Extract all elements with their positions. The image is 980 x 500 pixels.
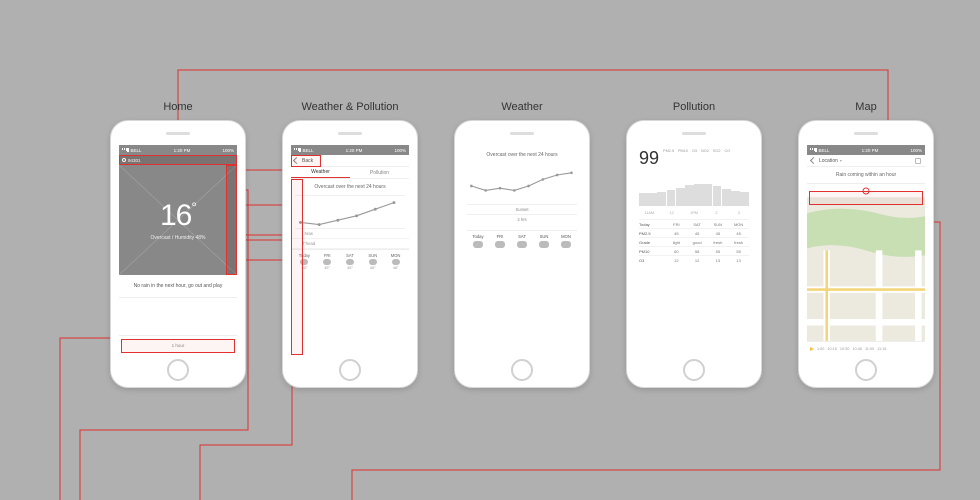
cloud-icon xyxy=(539,241,549,248)
phone-home: Home BELL 1:20 PM 100% 94301 16° Overcas… xyxy=(110,120,246,388)
layers-icon[interactable] xyxy=(915,158,921,164)
temperature-subline: Overcast / Humidity 48% xyxy=(150,235,205,241)
status-bar: BELL 1:20 PM 100% xyxy=(119,145,237,155)
hourly-chart[interactable] xyxy=(295,195,405,229)
phone-weather: Weather Overcast over the next 24 hours … xyxy=(454,120,590,388)
screen-label: Pollution xyxy=(627,101,761,113)
slider-knob[interactable] xyxy=(863,187,870,194)
forecast-banner: Overcast over the next 24 hours xyxy=(467,149,577,164)
day-forecast-bar[interactable]: Today45° FRI45° SAT45° SUN46° MON46° xyxy=(291,249,409,273)
tab-weather[interactable]: Weather xyxy=(291,167,350,178)
screen: 99 PM2.5PM10O3 NO2SO2CO 11AM121PM23 Toda… xyxy=(635,145,753,355)
cloud-icon xyxy=(369,259,377,265)
day-col: SAT45° xyxy=(339,253,362,270)
day-col: MON46° xyxy=(384,253,407,270)
clock: 1:20 PM xyxy=(174,148,191,153)
timeline-bar[interactable]: 1:00 10:15 10:30 10:45 11:00 11:15 xyxy=(807,341,925,355)
screen: Overcast over the next 24 hours Sunset 2… xyxy=(463,145,581,355)
phone-home-button[interactable] xyxy=(167,359,189,381)
tabs: Weather Pollution xyxy=(291,167,409,179)
table-row: PM2.545454545 xyxy=(639,228,749,237)
placeholder-x-icon xyxy=(119,165,237,275)
day-col: SUN xyxy=(533,231,555,253)
time-slider[interactable] xyxy=(807,184,925,198)
phone-speaker xyxy=(510,132,534,135)
cloud-icon xyxy=(561,241,571,248)
screen: BELL 1:20 PM 100% 94301 16° Overcast / H… xyxy=(119,145,237,355)
cloud-icon xyxy=(392,259,400,265)
phone-map: Map BELL 1:20 PM 100% Location ▾ Rain co… xyxy=(798,120,934,388)
phone-speaker xyxy=(338,132,362,135)
weather-hero[interactable]: 16° Overcast / Humidity 48% xyxy=(119,165,237,275)
screen-label: Map xyxy=(799,101,933,113)
screen: BELL 1:20 PM 100% Location ▾ Rain coming… xyxy=(807,145,925,355)
back-icon[interactable] xyxy=(810,157,817,164)
pollution-table: TodayFRISATSUNMON PM2.545454545 Gradelig… xyxy=(639,219,749,264)
location-label: 94301 xyxy=(128,158,141,163)
signal-icon xyxy=(294,148,301,152)
status-bar: BELL 1:20 PM 100% xyxy=(807,145,925,155)
screen-label: Home xyxy=(111,101,245,113)
battery: 100% xyxy=(222,148,234,153)
screen-label: Weather xyxy=(455,101,589,113)
cloud-icon xyxy=(323,259,331,265)
status-bar: BELL 1:20 PM 100% xyxy=(291,145,409,155)
day-forecast-bar[interactable]: Today FRI SAT SUN MON xyxy=(467,230,577,253)
aqi-bar-chart[interactable] xyxy=(639,172,749,206)
play-icon[interactable] xyxy=(810,347,814,351)
aqi-value: 99 xyxy=(639,149,659,167)
bottom-bar[interactable]: 1 hour xyxy=(119,335,237,355)
pollutant-legend: PM2.5PM10O3 NO2SO2CO xyxy=(663,149,749,153)
day-col: SUN46° xyxy=(361,253,384,270)
phone-home-button[interactable] xyxy=(339,359,361,381)
day-col: FRI xyxy=(489,231,511,253)
phone-speaker xyxy=(166,132,190,135)
phone-weather-pollution: Weather & Pollution BELL 1:20 PM 100% Ba… xyxy=(282,120,418,388)
map-header: Location ▾ xyxy=(807,155,925,167)
forecast-banner: Overcast over the next 24 hours xyxy=(291,179,409,195)
info-row: Sunset xyxy=(467,204,577,214)
signal-icon xyxy=(810,148,817,152)
phone-speaker xyxy=(682,132,706,135)
day-col: Today45° xyxy=(293,253,316,270)
map-canvas[interactable]: 1:00 10:15 10:30 10:45 11:00 11:15 xyxy=(807,198,925,355)
aqi-axis: 11AM121PM23 xyxy=(639,211,749,215)
signal-icon xyxy=(122,148,129,152)
day-col: Today xyxy=(467,231,489,253)
back-label[interactable]: Back xyxy=(302,158,313,164)
table-row: TodayFRISATSUNMON xyxy=(639,219,749,228)
location-icon xyxy=(122,158,126,162)
cloud-icon xyxy=(473,241,483,248)
phone-home-button[interactable] xyxy=(511,359,533,381)
phone-pollution: Pollution 99 PM2.5PM10O3 NO2SO2CO 11AM12… xyxy=(626,120,762,388)
location-header[interactable]: 94301 xyxy=(119,155,237,165)
hero-side-strip[interactable] xyxy=(227,165,237,275)
day-col: MON xyxy=(555,231,577,253)
location-dropdown[interactable]: Location xyxy=(819,158,838,164)
hourly-chart[interactable] xyxy=(467,164,577,200)
back-icon[interactable] xyxy=(293,157,300,164)
chevron-down-icon: ▾ xyxy=(840,158,842,163)
map-message: Rain coming within an hour xyxy=(807,167,925,184)
phone-home-button[interactable] xyxy=(683,359,705,381)
summary-message: No rain in the next hour, go out and pla… xyxy=(119,275,237,298)
cloud-icon xyxy=(346,259,354,265)
phone-home-button[interactable] xyxy=(855,359,877,381)
info-row: 2 hrs xyxy=(467,214,577,224)
phone-speaker xyxy=(854,132,878,135)
day-col: FRI45° xyxy=(316,253,339,270)
cloud-icon xyxy=(300,259,308,265)
table-row: Gradelightgoodfreshfresh xyxy=(639,237,749,246)
table-row: O312121313 xyxy=(639,255,749,264)
cloud-icon xyxy=(517,241,527,248)
cloud-icon xyxy=(495,241,505,248)
day-col: SAT xyxy=(511,231,533,253)
period-row-thead: T'head xyxy=(291,239,409,249)
table-row: PM1060585555 xyxy=(639,246,749,255)
tab-pollution[interactable]: Pollution xyxy=(350,167,409,178)
carrier: BELL xyxy=(131,148,142,153)
nav-bar: Back xyxy=(291,155,409,167)
screen: BELL 1:20 PM 100% Back Weather Pollution… xyxy=(291,145,409,355)
screen-label: Weather & Pollution xyxy=(283,101,417,113)
